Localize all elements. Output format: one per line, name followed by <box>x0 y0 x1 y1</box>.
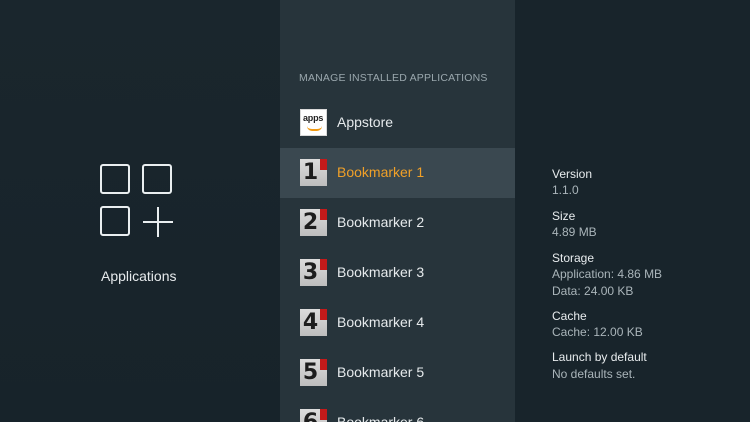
category-title: Applications <box>101 268 177 284</box>
app-label: Bookmarker 4 <box>337 314 425 330</box>
list-item-bookmarker-5[interactable]: 5 Bookmarker 5 <box>280 348 515 398</box>
storage-application-value: Application: 4.86 MB <box>552 267 663 281</box>
plus-icon <box>143 207 173 237</box>
grid-square-icon <box>100 164 130 194</box>
appstore-icon: apps <box>300 109 327 136</box>
bookmarker-icon: 1 <box>300 159 327 186</box>
launch-default-value: No defaults set. <box>552 367 636 381</box>
app-label: Bookmarker 3 <box>337 264 425 280</box>
storage-label: Storage <box>552 251 595 265</box>
cache-label: Cache <box>552 309 587 323</box>
list-item-bookmarker-1[interactable]: 1 Bookmarker 1 <box>280 148 515 198</box>
size-value: 4.89 MB <box>552 225 597 239</box>
launch-default-label: Launch by default <box>552 350 647 364</box>
list-item-bookmarker-2[interactable]: 2 Bookmarker 2 <box>280 198 515 248</box>
bookmarker-icon: 5 <box>300 359 327 386</box>
bookmarker-icon: 2 <box>300 209 327 236</box>
cache-value: Cache: 12.00 KB <box>552 325 643 339</box>
version-label: Version <box>552 167 593 181</box>
grid-square-icon <box>142 164 172 194</box>
list-item-bookmarker-3[interactable]: 3 Bookmarker 3 <box>280 248 515 298</box>
app-label: Bookmarker 6 <box>337 414 425 422</box>
app-label: Bookmarker 5 <box>337 364 425 380</box>
grid-square-icon <box>100 206 130 236</box>
app-label: Bookmarker 2 <box>337 214 425 230</box>
app-label: Bookmarker 1 <box>337 164 425 180</box>
version-value: 1.1.0 <box>552 183 579 197</box>
apps-grid-plus-icon <box>100 164 176 240</box>
bookmarker-icon: 4 <box>300 309 327 336</box>
size-label: Size <box>552 209 576 223</box>
list-item-appstore[interactable]: apps Appstore <box>280 98 515 148</box>
bookmarker-icon: 3 <box>300 259 327 286</box>
storage-data-value: Data: 24.00 KB <box>552 284 634 298</box>
section-header: MANAGE INSTALLED APPLICATIONS <box>299 72 488 84</box>
bookmarker-icon: 6 <box>300 409 327 422</box>
list-item-bookmarker-6[interactable]: 6 Bookmarker 6 <box>280 398 515 422</box>
app-label: Appstore <box>337 114 394 130</box>
list-item-bookmarker-4[interactable]: 4 Bookmarker 4 <box>280 298 515 348</box>
